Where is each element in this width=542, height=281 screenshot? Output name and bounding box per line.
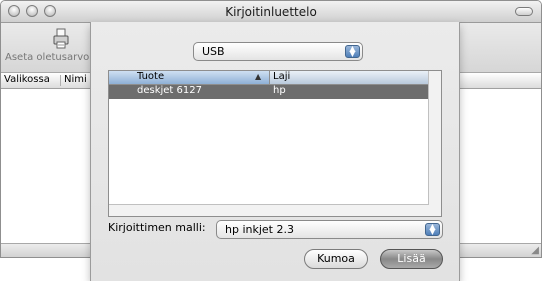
resize-grip-icon[interactable]: ◢ xyxy=(531,245,539,256)
toolbar-toggle-button[interactable] xyxy=(515,7,533,16)
column-name[interactable]: Nimi xyxy=(64,74,87,85)
popup-arrows-icon: ▲ ▼ xyxy=(425,223,440,236)
printer-icon xyxy=(53,28,69,49)
set-default-button[interactable]: Aseta oletusarvo xyxy=(5,26,91,70)
add-button[interactable]: Lisää xyxy=(380,249,443,269)
printer-model-popup[interactable]: hp inkjet 2.3 ▲ ▼ xyxy=(216,220,443,239)
column-in-menu[interactable]: Valikossa xyxy=(4,74,50,85)
connection-popup-value: USB xyxy=(202,45,225,58)
column-separator xyxy=(60,75,61,86)
list-item-kind: hp xyxy=(273,85,286,96)
popup-arrows-icon: ▲ ▼ xyxy=(345,45,360,58)
list-item[interactable]: deskjet 6127 hp xyxy=(109,85,429,99)
product-column-label: Tuote xyxy=(137,71,165,82)
printer-browser-list[interactable]: Tuote ▲ Laji deskjet 6127 hp xyxy=(108,70,442,217)
list-header: Tuote ▲ Laji xyxy=(109,71,429,85)
horizontal-scrollbar[interactable] xyxy=(109,204,429,216)
list-item-product: deskjet 6127 xyxy=(137,85,202,96)
vertical-scrollbar[interactable] xyxy=(428,71,441,216)
set-default-label: Aseta oletusarvo xyxy=(5,52,90,63)
column-separator xyxy=(269,71,270,84)
printer-model-popup-value: hp inkjet 2.3 xyxy=(225,223,294,236)
cancel-button[interactable]: Kumoa xyxy=(304,249,368,269)
kind-column-label[interactable]: Laji xyxy=(273,71,290,82)
connection-popup[interactable]: USB ▲ ▼ xyxy=(193,42,363,61)
sort-ascending-icon: ▲ xyxy=(255,72,262,81)
window-title: Kirjoitinluettelo xyxy=(225,5,317,19)
product-column-header[interactable] xyxy=(109,71,269,84)
printer-model-label: Kirjoittimen malli: xyxy=(108,221,206,234)
add-printer-sheet: USB ▲ ▼ Tuote ▲ Laji deskjet 6127 hp Kirj… xyxy=(90,22,460,281)
title-bar[interactable]: Kirjoitinluettelo xyxy=(1,1,541,23)
